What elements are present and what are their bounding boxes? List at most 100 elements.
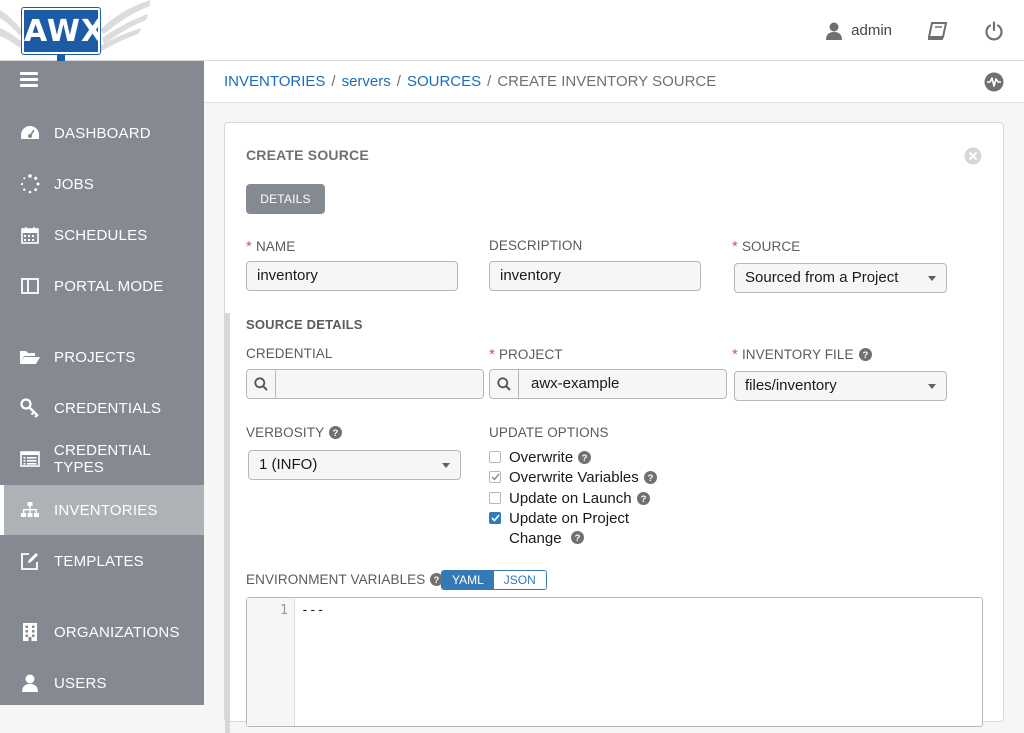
line-number-gutter: 1 bbox=[247, 598, 295, 726]
update-on-launch-checkbox[interactable]: Update on Launch ? bbox=[489, 489, 650, 509]
create-source-panel: CREATE SOURCE DETAILS * NAME inventory DE… bbox=[224, 122, 1004, 733]
inventory-file-select[interactable]: files/inventory bbox=[734, 371, 947, 401]
project-label: * PROJECT bbox=[489, 346, 563, 363]
documentation-button[interactable] bbox=[928, 21, 948, 40]
sidebar-item-dashboard[interactable]: DASHBOARD bbox=[0, 108, 204, 158]
close-circle-icon bbox=[964, 147, 982, 165]
sidebar-item-label: ORGANIZATIONS bbox=[54, 623, 180, 641]
breadcrumb-separator: / bbox=[487, 73, 492, 90]
search-icon bbox=[254, 377, 268, 391]
yaml-json-toggle: YAML JSON bbox=[441, 570, 547, 590]
svg-text:?: ? bbox=[434, 575, 440, 586]
breadcrumb-current: CREATE INVENTORY SOURCE bbox=[497, 73, 717, 90]
list-alt-icon bbox=[19, 448, 41, 470]
sidebar-item-label: PROJECTS bbox=[54, 348, 136, 366]
breadcrumb-sources-link[interactable]: SOURCES bbox=[407, 73, 481, 90]
user-icon bbox=[826, 22, 843, 40]
svg-text:?: ? bbox=[640, 494, 646, 505]
credential-search-button[interactable] bbox=[246, 369, 276, 399]
help-icon[interactable]: ? bbox=[578, 451, 592, 464]
yaml-toggle-button[interactable]: YAML bbox=[442, 571, 494, 589]
description-field[interactable]: inventory bbox=[489, 261, 701, 291]
environment-variables-editor[interactable]: 1 --- bbox=[246, 597, 983, 727]
code-line: --- bbox=[301, 603, 325, 618]
dashboard-icon bbox=[19, 122, 41, 144]
project-search-button[interactable] bbox=[489, 369, 519, 399]
required-marker: * bbox=[732, 346, 738, 363]
project-lookup: awx-example bbox=[489, 369, 727, 399]
project-field[interactable]: awx-example bbox=[519, 369, 727, 399]
sitemap-icon bbox=[19, 499, 41, 521]
logo-text: AWX bbox=[21, 7, 104, 55]
user-name: admin bbox=[851, 22, 892, 39]
json-toggle-button[interactable]: JSON bbox=[493, 571, 546, 589]
inventory-file-value: files/inventory bbox=[745, 377, 837, 394]
sidebar-item-templates[interactable]: TEMPLATES bbox=[0, 536, 204, 586]
environment-variables-label: ENVIRONMENT VARIABLES ? bbox=[246, 572, 444, 587]
help-icon[interactable]: ? bbox=[858, 348, 872, 361]
sidebar: DASHBOARD JOBS SCHEDULES PORTAL MODE PRO… bbox=[0, 61, 204, 705]
verbosity-select[interactable]: 1 (INFO) bbox=[248, 450, 461, 480]
checkbox-label: Overwrite bbox=[509, 449, 574, 466]
chevron-down-icon bbox=[442, 463, 450, 468]
overwrite-checkbox[interactable]: Overwrite ? bbox=[489, 448, 592, 468]
user-menu[interactable]: admin bbox=[826, 22, 892, 40]
breadcrumb: INVENTORIES / servers / SOURCES / CREATE… bbox=[204, 61, 1024, 103]
required-marker: * bbox=[489, 346, 495, 363]
close-button[interactable] bbox=[964, 147, 982, 170]
update-on-project-change-checkbox[interactable]: Update on Project Change ? bbox=[489, 509, 629, 549]
sidebar-item-label: INVENTORIES bbox=[54, 501, 158, 519]
name-field[interactable]: inventory bbox=[246, 261, 458, 291]
calendar-icon bbox=[19, 224, 41, 246]
overwrite-variables-checkbox[interactable]: Overwrite Variables ? bbox=[489, 468, 657, 488]
credential-field[interactable] bbox=[276, 369, 484, 399]
checkbox-label: Update on Launch bbox=[509, 490, 632, 507]
checkbox-label: Overwrite Variables bbox=[509, 469, 639, 486]
logout-button[interactable] bbox=[984, 20, 1004, 41]
sidebar-item-jobs[interactable]: JOBS bbox=[0, 159, 204, 209]
sidebar-item-users[interactable]: USERS bbox=[0, 658, 204, 708]
checkbox-label: Update on Project Change ? bbox=[509, 510, 630, 547]
hamburger-menu-icon[interactable] bbox=[20, 72, 40, 90]
svg-text:?: ? bbox=[333, 428, 339, 439]
activity-stream-button[interactable] bbox=[984, 72, 1004, 96]
source-select[interactable]: Sourced from a Project bbox=[734, 263, 947, 293]
breadcrumb-inventories-link[interactable]: INVENTORIES bbox=[224, 73, 325, 90]
chevron-down-icon bbox=[928, 384, 936, 389]
breadcrumb-servers-link[interactable]: servers bbox=[342, 73, 391, 90]
sidebar-item-projects[interactable]: PROJECTS bbox=[0, 332, 204, 382]
sidebar-item-inventories[interactable]: INVENTORIES bbox=[0, 485, 204, 535]
top-header: AWX admin bbox=[0, 0, 1024, 62]
breadcrumb-separator: / bbox=[331, 73, 336, 90]
jobs-spinner-icon bbox=[19, 173, 41, 195]
sidebar-item-credential-types[interactable]: CREDENTIAL TYPES bbox=[0, 434, 204, 484]
sidebar-item-portal-mode[interactable]: PORTAL MODE bbox=[0, 261, 204, 311]
sidebar-item-label: USERS bbox=[54, 674, 107, 692]
svg-text:?: ? bbox=[574, 533, 580, 544]
required-marker: * bbox=[246, 238, 252, 255]
tab-details[interactable]: DETAILS bbox=[246, 184, 325, 214]
name-label: * NAME bbox=[246, 238, 296, 255]
help-icon[interactable]: ? bbox=[329, 426, 343, 439]
sidebar-item-label: PORTAL MODE bbox=[54, 277, 164, 295]
sidebar-item-organizations[interactable]: ORGANIZATIONS bbox=[0, 607, 204, 657]
verbosity-label: VERBOSITY ? bbox=[246, 425, 343, 440]
sidebar-item-schedules[interactable]: SCHEDULES bbox=[0, 210, 204, 260]
help-icon[interactable]: ? bbox=[643, 471, 657, 484]
help-icon[interactable]: ? bbox=[636, 492, 650, 505]
required-marker: * bbox=[732, 238, 738, 255]
awx-logo[interactable]: AWX bbox=[0, 0, 150, 62]
credential-label: CREDENTIAL bbox=[246, 346, 333, 361]
sidebar-item-credentials[interactable]: CREDENTIALS bbox=[0, 383, 204, 433]
book-icon bbox=[928, 21, 948, 40]
verbosity-value: 1 (INFO) bbox=[259, 456, 318, 473]
key-icon bbox=[19, 397, 41, 419]
description-label: DESCRIPTION bbox=[489, 238, 583, 253]
search-icon bbox=[497, 377, 511, 391]
source-details-heading: SOURCE DETAILS bbox=[246, 317, 363, 332]
update-options-label: UPDATE OPTIONS bbox=[489, 425, 609, 440]
svg-text:?: ? bbox=[582, 453, 588, 464]
checkbox-checked bbox=[489, 512, 501, 524]
portal-icon bbox=[19, 275, 41, 297]
help-icon[interactable]: ? bbox=[570, 531, 584, 544]
